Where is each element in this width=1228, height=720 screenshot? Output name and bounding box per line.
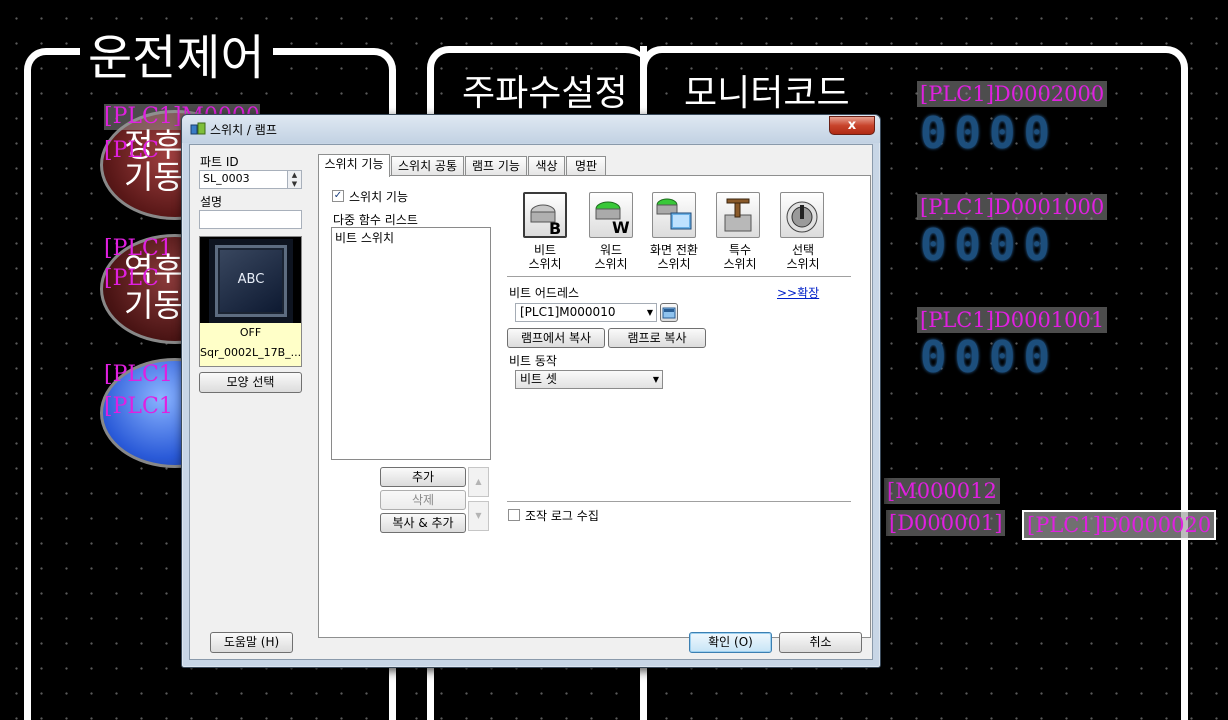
multi-function-list[interactable]: 비트 스위치 [331, 227, 491, 460]
preview-button-face: ABC [215, 245, 287, 317]
lamp-stop-address-2: [PLC1 [104, 394, 173, 419]
lamp-forward-start-text: 기동 [124, 158, 183, 196]
add-button[interactable]: 추가 [380, 467, 466, 487]
bottom-address-d: [D000001] [886, 510, 1006, 536]
screen-change-switch-icon[interactable] [652, 192, 696, 238]
select-switch-label: 선택 스위치 [786, 243, 820, 271]
address-picker-button[interactable] [660, 303, 678, 322]
dialog-title: 스위치 / 램프 [210, 123, 277, 137]
dialog-titlebar[interactable]: 스위치 / 램프 x [182, 115, 880, 143]
copy-from-lamp-button[interactable]: 램프에서 복사 [507, 328, 605, 348]
part-id-field[interactable]: SL_0003 ▲ ▼ [199, 170, 302, 189]
monitor-address-1: [PLC1]D0002000 [917, 81, 1108, 107]
divider [507, 501, 851, 502]
monitor-digits-2: 0000 [920, 220, 1058, 271]
tab-switch-common[interactable]: 스위치 공통 [391, 156, 464, 176]
svg-text:B: B [549, 219, 561, 236]
delete-button[interactable]: 삭제 [380, 490, 466, 510]
dialog-client: 파트 ID SL_0003 ▲ ▼ 설명 ABC OFF Sqr_0002L_1… [189, 144, 873, 660]
tab-nameplate[interactable]: 명판 [566, 156, 606, 176]
part-id-value: SL_0003 [203, 172, 250, 185]
bit-address-label: 비트 어드레스 [509, 286, 580, 300]
monitor-digits-3: 0000 [920, 332, 1058, 383]
bit-action-value: 비트 셋 [520, 372, 557, 386]
expand-link[interactable]: >>확장 [777, 284, 819, 301]
shape-preview: ABC OFF Sqr_0002L_17B_... [199, 236, 302, 367]
special-switch-icon[interactable] [716, 192, 760, 238]
preview-state: OFF [239, 326, 262, 339]
shape-select-button[interactable]: 모양 선택 [199, 372, 302, 393]
part-id-spinner[interactable]: ▲ ▼ [287, 171, 301, 188]
divider [507, 276, 851, 277]
switch-function-panel: ✓ 스위치 기능 다중 함수 리스트 비트 스위치 추가 삭제 복사 & 추가 … [318, 175, 871, 638]
frame-title-operation: 운전제어 [80, 34, 273, 82]
tab-lamp-function[interactable]: 램프 기능 [465, 156, 527, 176]
close-button[interactable]: x [829, 116, 875, 135]
monitor-address-3: [PLC1]D0001001 [917, 307, 1108, 333]
op-log-label: 조작 로그 수집 [525, 509, 599, 523]
switch-lamp-app-icon [190, 122, 206, 135]
select-switch-icon[interactable] [780, 192, 824, 238]
bit-address-value: [PLC1]M000010 [520, 305, 616, 319]
spin-down-icon[interactable]: ▼ [288, 180, 301, 189]
list-item[interactable]: 비트 스위치 [332, 228, 490, 247]
multi-function-list-label: 다중 함수 리스트 [333, 213, 418, 227]
bit-switch-label: 비트 스위치 [528, 243, 562, 271]
switch-lamp-dialog: 스위치 / 램프 x 파트 ID SL_0003 ▲ ▼ 설명 ABC OFF … [181, 114, 881, 668]
frame-title-frequency: 주파수설정 [458, 76, 632, 112]
keypad-icon [662, 307, 676, 319]
spin-up-icon[interactable]: ▲ [288, 171, 301, 180]
switch-function-checkbox[interactable]: ✓ [332, 190, 344, 202]
special-switch-label: 특수 스위치 [723, 243, 757, 271]
bit-switch-icon[interactable]: B [523, 192, 567, 238]
lamp-stop-address: [PLC1 [104, 362, 173, 387]
copy-add-button[interactable]: 복사 & 추가 [380, 513, 466, 533]
move-down-arrow-icon[interactable]: ▼ [468, 501, 489, 531]
word-switch-icon[interactable]: W [589, 192, 633, 238]
svg-text:W: W [612, 218, 630, 237]
bottom-address-plc: [PLC1]D0000020 [1022, 510, 1217, 540]
word-switch-label: 워드 스위치 [594, 243, 628, 271]
preview-shape-name: Sqr_0002L_17B_... [200, 346, 302, 359]
help-button[interactable]: 도움말 (H) [210, 632, 293, 653]
ok-button[interactable]: 확인 (O) [689, 632, 772, 653]
preview-info: OFF Sqr_0002L_17B_... [200, 323, 301, 366]
move-up-arrow-icon[interactable]: ▲ [468, 467, 489, 497]
chevron-down-icon[interactable]: ▼ [647, 304, 653, 321]
bit-address-combo[interactable]: [PLC1]M000010 ▼ [515, 303, 657, 322]
monitor-digits-1: 0000 [920, 108, 1058, 159]
chevron-down-icon[interactable]: ▼ [653, 371, 659, 388]
description-label: 설명 [200, 195, 223, 209]
description-field[interactable] [199, 210, 302, 229]
cancel-button[interactable]: 취소 [779, 632, 862, 653]
part-id-label: 파트 ID [200, 155, 239, 169]
bit-action-combo[interactable]: 비트 셋 ▼ [515, 370, 663, 389]
bottom-address-m: [M000012 [884, 478, 1000, 504]
copy-to-lamp-button[interactable]: 램프로 복사 [608, 328, 706, 348]
switch-function-label: 스위치 기능 [349, 190, 409, 204]
monitor-address-2: [PLC1]D0001000 [917, 194, 1108, 220]
screen-change-switch-label: 화면 전환 스위치 [650, 243, 698, 271]
tab-color[interactable]: 색상 [528, 156, 565, 176]
tab-switch-function[interactable]: 스위치 기능 [318, 154, 390, 177]
op-log-checkbox[interactable] [508, 509, 520, 521]
lamp-reverse-start-text: 기동 [124, 286, 183, 324]
bit-action-label: 비트 동작 [509, 354, 557, 368]
frame-title-monitor: 모니터코드 [680, 76, 854, 112]
